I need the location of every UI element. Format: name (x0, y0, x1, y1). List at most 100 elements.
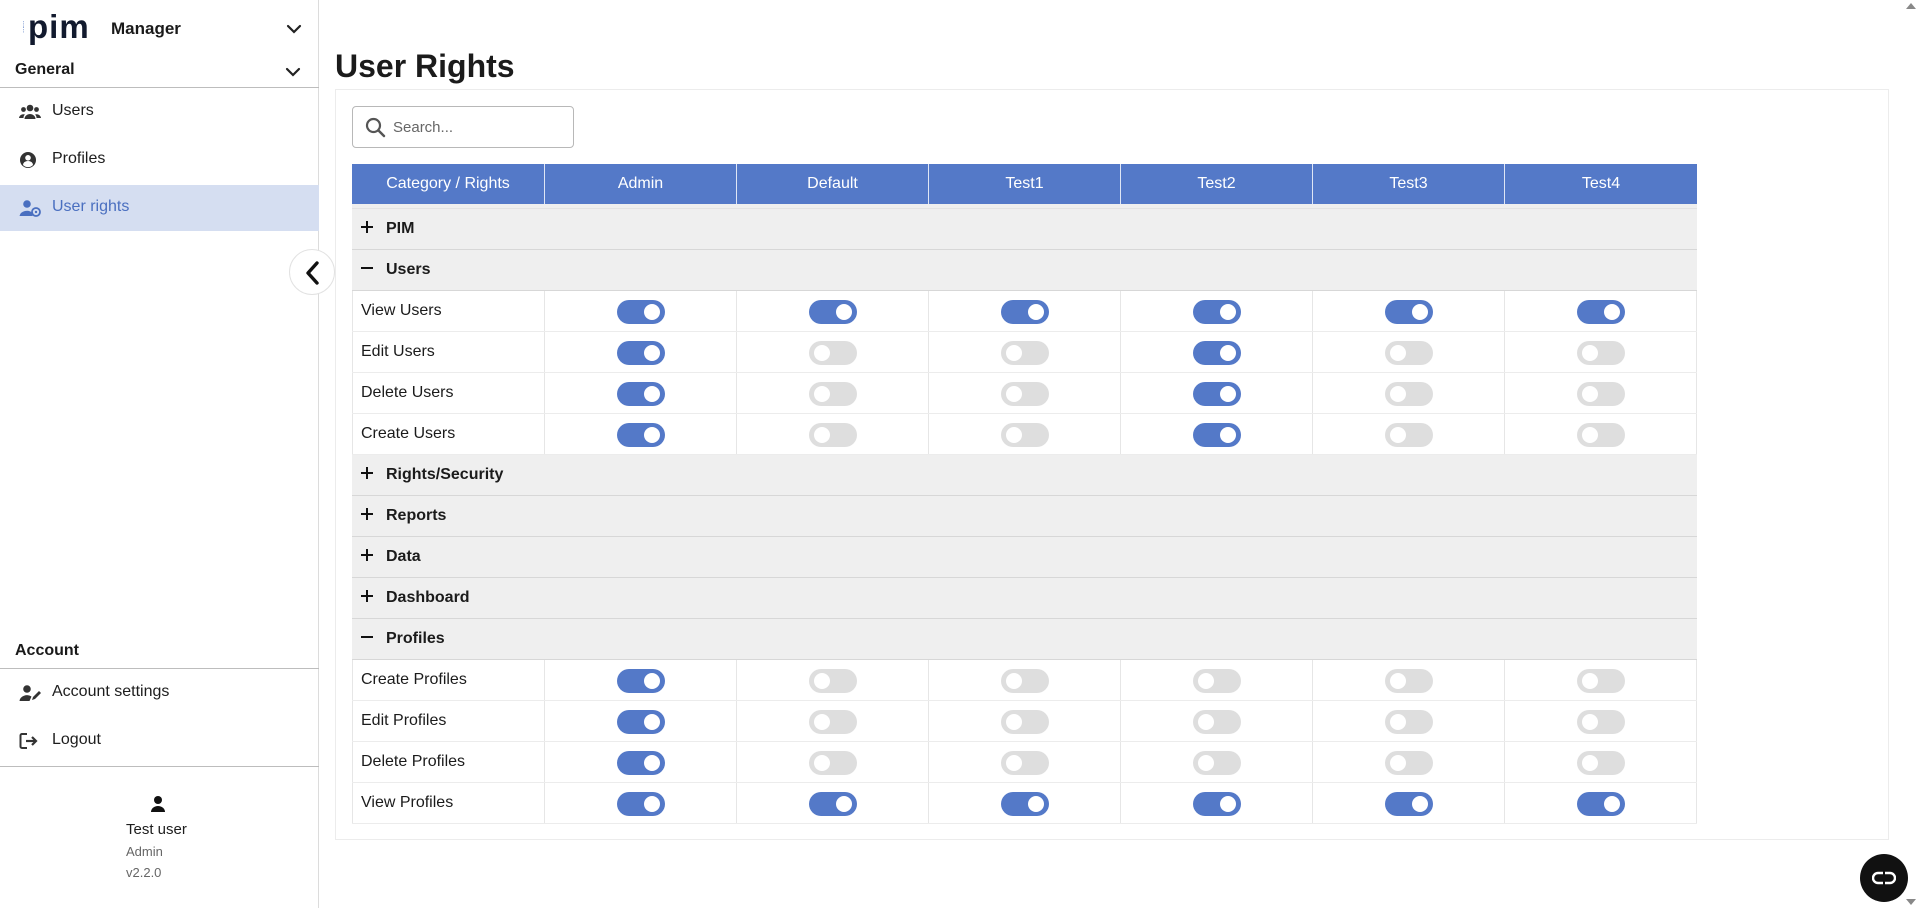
permission-toggle[interactable] (1577, 423, 1625, 447)
toggle-cell (1121, 373, 1313, 413)
permission-toggle[interactable] (1001, 341, 1049, 365)
category-row[interactable]: Data (352, 537, 1697, 578)
permission-toggle[interactable] (617, 710, 665, 734)
sidebar-item-user-rights[interactable]: User rights (0, 185, 319, 231)
permission-toggle[interactable] (809, 300, 857, 324)
permission-toggle[interactable] (1577, 382, 1625, 406)
permission-toggle[interactable] (1385, 423, 1433, 447)
table-row: Create Profiles (352, 660, 1697, 701)
permission-toggle[interactable] (1577, 710, 1625, 734)
toggle-cell (545, 291, 737, 331)
category-row[interactable]: Dashboard (352, 578, 1697, 619)
sidebar-item-users[interactable]: Users (0, 89, 319, 135)
sidebar-item-logout[interactable]: Logout (0, 718, 319, 764)
toggle-cell (737, 742, 929, 782)
sidebar-item-account-settings[interactable]: Account settings (0, 670, 319, 716)
category-row[interactable]: Profiles (352, 619, 1697, 660)
plus-icon[interactable] (360, 507, 374, 521)
permission-toggle[interactable] (617, 792, 665, 816)
toggle-cell (545, 742, 737, 782)
category-label: Data (386, 548, 421, 565)
permission-toggle[interactable] (1001, 710, 1049, 734)
permission-toggle[interactable] (1001, 751, 1049, 775)
plus-icon[interactable] (360, 589, 374, 603)
permission-toggle[interactable] (1193, 382, 1241, 406)
toggle-cell (545, 332, 737, 372)
sidebar-item-profiles[interactable]: Profiles (0, 137, 319, 183)
plus-icon[interactable] (360, 548, 374, 562)
permission-toggle[interactable] (1385, 669, 1433, 693)
right-label: Edit Profiles (361, 712, 447, 729)
sidebar-item-label: Account settings (52, 683, 170, 700)
permission-toggle[interactable] (1001, 669, 1049, 693)
minus-icon[interactable] (360, 630, 374, 644)
permission-toggle[interactable] (1193, 751, 1241, 775)
permission-toggle[interactable] (1385, 751, 1433, 775)
plus-icon[interactable] (360, 220, 374, 234)
permission-toggle[interactable] (809, 669, 857, 693)
svg-text:mm: mm (21, 21, 24, 33)
chat-button[interactable] (1860, 854, 1908, 902)
permission-toggle[interactable] (1577, 751, 1625, 775)
permission-toggle[interactable] (617, 382, 665, 406)
permission-toggle[interactable] (1577, 669, 1625, 693)
permission-toggle[interactable] (1385, 792, 1433, 816)
permission-toggle[interactable] (1193, 710, 1241, 734)
toggle-cell (737, 701, 929, 741)
permission-toggle[interactable] (1577, 300, 1625, 324)
permission-toggle[interactable] (617, 300, 665, 324)
permission-toggle[interactable] (809, 423, 857, 447)
permission-toggle[interactable] (1385, 341, 1433, 365)
right-label-cell: Delete Users (352, 373, 545, 413)
search-box[interactable] (352, 106, 574, 148)
category-row[interactable]: Rights/Security (352, 455, 1697, 496)
plus-icon[interactable] (360, 466, 374, 480)
right-label-cell: View Users (352, 291, 545, 331)
permission-toggle[interactable] (809, 341, 857, 365)
scroll-down-icon[interactable] (1906, 898, 1916, 906)
table-body: PIM Users View Users Edit Users Delete Users… (352, 209, 1697, 824)
category-row[interactable]: Reports (352, 496, 1697, 537)
toggle-cell (1505, 373, 1697, 413)
permission-toggle[interactable] (809, 751, 857, 775)
permission-toggle[interactable] (1385, 382, 1433, 406)
column-header-profile: Default (737, 164, 929, 204)
brand-switcher[interactable]: mm pim Manager (14, 8, 314, 46)
permission-toggle[interactable] (809, 382, 857, 406)
permission-toggle[interactable] (1577, 341, 1625, 365)
permission-toggle[interactable] (617, 751, 665, 775)
sidebar: mm pim Manager General Users Profiles Us… (0, 0, 319, 908)
permission-toggle[interactable] (617, 423, 665, 447)
permission-toggle[interactable] (1193, 669, 1241, 693)
toggle-cell (1313, 660, 1505, 700)
permission-toggle[interactable] (1193, 300, 1241, 324)
permission-toggle[interactable] (1385, 300, 1433, 324)
right-label: Delete Users (361, 384, 454, 401)
permission-toggle[interactable] (1193, 423, 1241, 447)
permission-toggle[interactable] (1577, 792, 1625, 816)
section-general[interactable]: General (0, 57, 319, 88)
permission-toggle[interactable] (1001, 382, 1049, 406)
chevron-down-icon[interactable] (284, 63, 302, 81)
permission-toggle[interactable] (1193, 792, 1241, 816)
category-row[interactable]: Users (352, 250, 1697, 291)
permission-toggle[interactable] (617, 341, 665, 365)
scroll-up-icon[interactable] (1906, 2, 1916, 10)
chevron-down-icon[interactable] (285, 20, 303, 38)
permission-toggle[interactable] (1001, 792, 1049, 816)
permission-toggle[interactable] (1001, 423, 1049, 447)
category-row[interactable]: PIM (352, 209, 1697, 250)
permission-toggle[interactable] (809, 710, 857, 734)
collapse-sidebar-button[interactable] (289, 249, 335, 295)
toggle-cell (1505, 701, 1697, 741)
search-input[interactable] (393, 115, 568, 139)
permission-toggle[interactable] (1193, 341, 1241, 365)
permission-toggle[interactable] (1385, 710, 1433, 734)
toggle-cell (1121, 701, 1313, 741)
permission-toggle[interactable] (809, 792, 857, 816)
minus-icon[interactable] (360, 261, 374, 275)
category-label: Users (386, 261, 431, 278)
permission-toggle[interactable] (1001, 300, 1049, 324)
permission-toggle[interactable] (617, 669, 665, 693)
toggle-cell (1121, 783, 1313, 823)
